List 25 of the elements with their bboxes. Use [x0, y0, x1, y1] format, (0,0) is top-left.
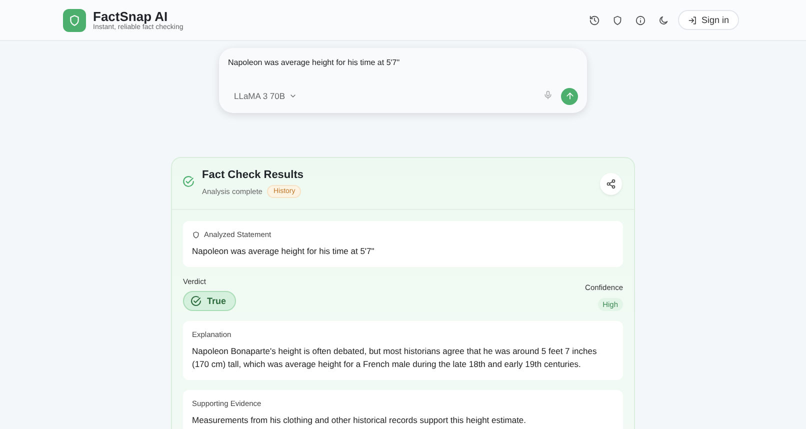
app-name: FactSnap AI — [93, 9, 168, 24]
history-icon — [589, 14, 600, 26]
prompt-box[interactable]: Napoleon was average height for his time at 5'7" LLaMA 3 70B — [219, 48, 587, 113]
arrow-up-icon — [564, 91, 574, 101]
shield-icon — [192, 230, 200, 238]
check-circle-icon — [190, 295, 202, 308]
model-dropdown[interactable]: LLaMA 3 70B — [228, 88, 304, 104]
share-icon — [606, 178, 616, 188]
info-icon — [635, 14, 646, 26]
share-button[interactable] — [600, 172, 622, 194]
statement-text: Napoleon was average height for his time at 5'7" — [192, 245, 376, 258]
moon-icon — [658, 14, 670, 26]
section-text: Napoleon Bonaparte's height is often debated, but most historians agree that he was around 5 feet 7 inches (170 cm) tall, which was average height for a French male during the late 18th and early 19th centuries. — [192, 345, 598, 370]
check-circle-icon — [182, 174, 195, 188]
microphone-icon — [543, 90, 553, 100]
sign-in-icon — [688, 16, 698, 24]
shield-icon — [68, 14, 81, 26]
shield-icon — [612, 14, 624, 26]
send-button[interactable] — [561, 88, 578, 104]
sign-in-button[interactable]: Sign in — [678, 10, 739, 30]
chevron-down-icon — [289, 92, 298, 100]
section-text: Measurements from his clothing and other historical records support this height estimate. — [192, 414, 528, 426]
verdict-value: True — [207, 296, 226, 306]
results-title: Fact Check Results — [202, 169, 304, 181]
prompt-text: Napoleon was average height for his time at 5'7" — [228, 58, 401, 67]
